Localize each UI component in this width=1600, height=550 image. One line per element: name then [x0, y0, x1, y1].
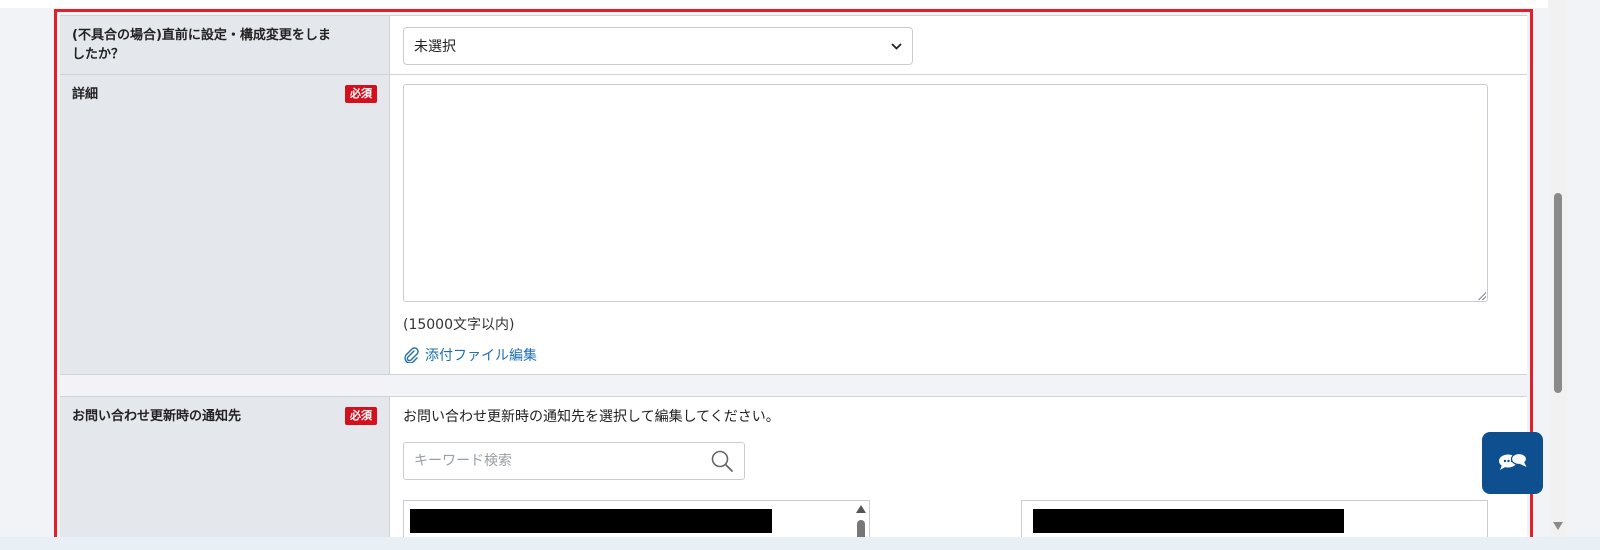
notification-instruction: お問い合わせ更新時の通知先を選択して編集してください。	[403, 409, 780, 425]
scroll-up-arrow-icon[interactable]	[856, 505, 866, 513]
form-row-details: 詳細 必須 (15000文字以内) 添付ファイル編集	[60, 75, 1527, 375]
highlighted-form-section: (不具合の場合)直前に設定・構成変更をしましたか？ 未選択 詳細 必須 (150…	[54, 9, 1533, 545]
page-scroll-thumb[interactable]	[1554, 193, 1562, 393]
change-question-label-cell: (不具合の場合)直前に設定・構成変更をしましたか？	[60, 16, 390, 74]
notification-required-badge: 必須	[345, 407, 377, 425]
change-question-label: (不具合の場合)直前に設定・構成変更をしましたか？	[72, 28, 331, 62]
redacted-selected-entry	[1033, 509, 1344, 533]
change-question-select[interactable]: 未選択	[403, 27, 913, 65]
page-top-strip	[0, 0, 1548, 8]
details-required-badge: 必須	[345, 85, 377, 103]
page-bottom-strip	[0, 537, 1600, 550]
details-value-cell: (15000文字以内) 添付ファイル編集	[390, 75, 1527, 374]
keyword-search-input[interactable]	[414, 453, 710, 469]
redacted-list-entry	[410, 509, 772, 533]
select-current-value: 未選択	[414, 39, 456, 55]
chat-icon	[1498, 451, 1528, 475]
change-question-value-cell: 未選択	[390, 16, 1527, 74]
details-textarea[interactable]	[403, 84, 1488, 302]
notification-label: お問い合わせ更新時の通知先	[72, 409, 242, 424]
page-scrollbar[interactable]	[1549, 0, 1567, 537]
notification-value-cell: お問い合わせ更新時の通知先を選択して編集してください。	[390, 397, 1527, 542]
attach-file-label: 添付ファイル編集	[425, 348, 537, 364]
resize-handle[interactable]	[1478, 292, 1486, 300]
form-row-change-question: (不具合の場合)直前に設定・構成変更をしましたか？ 未選択	[60, 15, 1527, 75]
char-limit-note: (15000文字以内)	[403, 317, 515, 333]
form-row-notification: お問い合わせ更新時の通知先 必須 お問い合わせ更新時の通知先を選択して編集してく…	[60, 396, 1527, 542]
scroll-down-arrow-icon[interactable]	[1553, 522, 1563, 530]
chat-support-button[interactable]	[1482, 432, 1543, 494]
details-label: 詳細	[72, 87, 99, 102]
paperclip-icon	[403, 347, 419, 363]
chevron-down-icon	[891, 40, 902, 53]
search-icon[interactable]	[710, 449, 734, 473]
keyword-search-box	[403, 442, 745, 480]
notification-label-cell: お問い合わせ更新時の通知先 必須	[60, 397, 390, 542]
details-label-cell: 詳細 必須	[60, 75, 390, 374]
attach-file-link[interactable]: 添付ファイル編集	[403, 345, 537, 365]
